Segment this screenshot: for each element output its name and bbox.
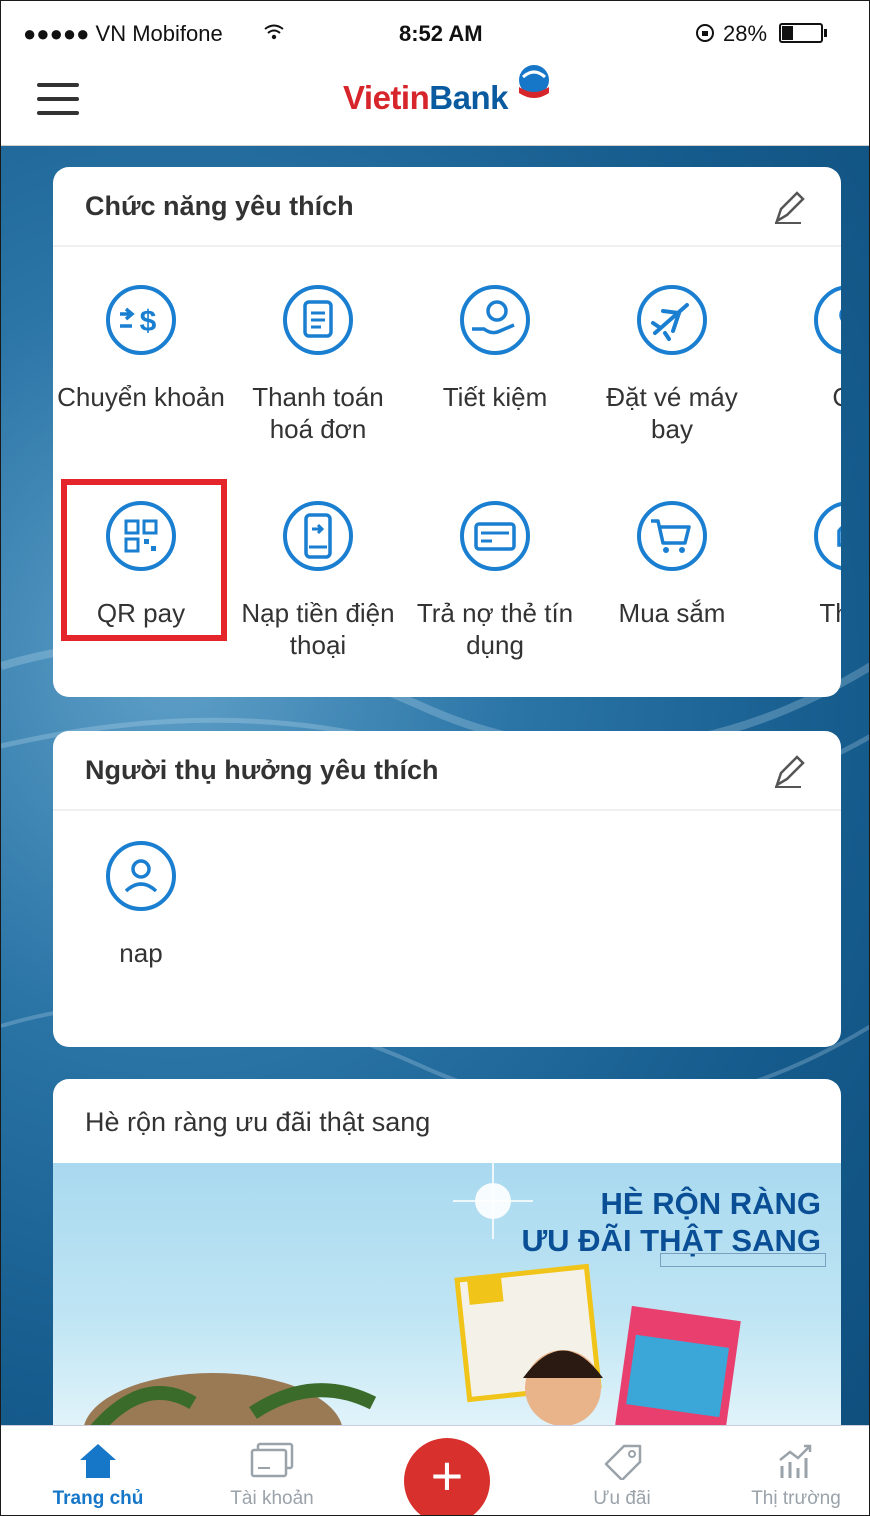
carrier-label: ●●●●● VN Mobifone	[23, 21, 223, 46]
location-icon	[814, 285, 841, 355]
battery-percent: 28%	[723, 21, 768, 46]
promo-tagline-box	[660, 1253, 826, 1267]
transfer-icon: $	[106, 285, 176, 355]
promo-banner[interactable]: HÈ RỘN RÀNG ƯU ĐÃI THẬT SANG	[53, 1163, 841, 1443]
promo-card: Hè rộn ràng ưu đãi thật sang HÈ RỘN RÀNG…	[53, 1079, 841, 1479]
airplane-icon	[637, 285, 707, 355]
shopping-cart-icon	[637, 501, 707, 571]
market-chart-icon	[779, 1444, 812, 1478]
beneficiary-item[interactable]: nap	[56, 839, 226, 1009]
app-screen: ●●●●● VN Mobifone 8:52 AM 28% VietinBank	[0, 0, 870, 1516]
tab-label: Trang chủ	[52, 1488, 144, 1509]
tile-label: Thanh toán hoá đơn	[252, 382, 384, 444]
credit-card-icon	[460, 501, 530, 571]
tile-partial-10[interactable]: Thôn	[764, 499, 841, 669]
tab-thi-truong[interactable]: Thị trường	[721, 1426, 869, 1515]
tab-uu-dai[interactable]: Ưu đãi	[547, 1426, 697, 1515]
tile-thanh-toan-hoa-don[interactable]: Thanh toán hoá đơn	[233, 283, 403, 453]
plus-icon: +	[430, 1444, 464, 1507]
promo-title[interactable]: Hè rộn ràng ưu đãi thật sang	[85, 1107, 430, 1138]
top-nav-bar: VietinBank	[1, 61, 869, 146]
add-action-button[interactable]: +	[404, 1438, 490, 1515]
beneficiaries-divider	[53, 809, 841, 811]
tile-label: Mua sắm	[618, 598, 726, 628]
svg-text:$: $	[140, 305, 157, 338]
tile-label: Nạp tiền điện thoại	[241, 598, 395, 660]
tile-chuyen-khoan[interactable]: $ Chuyển khoản	[56, 283, 226, 453]
favorites-title: Chức năng yêu thích	[85, 191, 354, 221]
tile-dat-ve-may-bay[interactable]: Đặt vé máy bay	[587, 283, 757, 453]
tile-partial-5[interactable]: Cà	[764, 283, 841, 453]
clock: 8:52 AM	[399, 21, 483, 46]
tile-nap-tien-dien-thoai[interactable]: Nạp tiền điện thoại	[233, 499, 403, 669]
battery-icon	[779, 23, 828, 43]
favorites-divider	[53, 245, 841, 247]
tile-label: Thôn	[819, 598, 841, 628]
bill-icon	[283, 285, 353, 355]
orientation-lock-icon	[696, 24, 714, 42]
tile-label: Tiết kiệm	[442, 382, 548, 412]
edit-favorites-icon[interactable]	[771, 189, 805, 225]
tab-label: Tài khoản	[230, 1488, 314, 1509]
tile-tiet-kiem[interactable]: Tiết kiệm	[410, 283, 580, 453]
status-bar: ●●●●● VN Mobifone 8:52 AM 28%	[1, 1, 869, 61]
qr-pay-highlight-box	[61, 479, 227, 641]
beneficiaries-title: Người thụ hưởng yêu thích	[85, 755, 439, 785]
beneficiaries-card: Người thụ hưởng yêu thích nap	[53, 731, 841, 1047]
home-icon	[80, 1444, 116, 1478]
menu-icon[interactable]	[37, 83, 79, 117]
user-icon	[106, 841, 176, 911]
savings-icon	[460, 285, 530, 355]
tile-label: Chuyển khoản	[57, 382, 225, 412]
vietinbank-logo: VietinBank	[343, 79, 508, 116]
tile-label: Cà	[764, 381, 841, 413]
tab-tai-khoan[interactable]: Tài khoản	[197, 1426, 347, 1515]
tile-mua-sam[interactable]: Mua sắm	[587, 499, 757, 669]
tab-label: Thị trường	[751, 1488, 841, 1509]
tab-label: Ưu đãi	[593, 1488, 651, 1509]
promo-headline: HÈ RỘN RÀNG ƯU ĐÃI THẬT SANG	[521, 1186, 821, 1258]
wifi-icon	[264, 24, 284, 40]
edit-beneficiaries-icon[interactable]	[771, 753, 805, 789]
notification-icon	[814, 501, 841, 571]
tile-tra-no-the-tin-dung[interactable]: Trả nợ thẻ tín dụng	[410, 499, 580, 669]
tile-label: Đặt vé máy bay	[606, 382, 738, 444]
beneficiary-name: nap	[119, 938, 163, 968]
logo-emblem-icon	[519, 65, 549, 98]
tag-icon	[604, 1444, 642, 1480]
tile-label: Trả nợ thẻ tín dụng	[416, 598, 574, 660]
phone-topup-icon	[283, 501, 353, 571]
account-card-icon	[250, 1442, 294, 1478]
tab-trang-chu[interactable]: Trang chủ	[23, 1426, 173, 1515]
